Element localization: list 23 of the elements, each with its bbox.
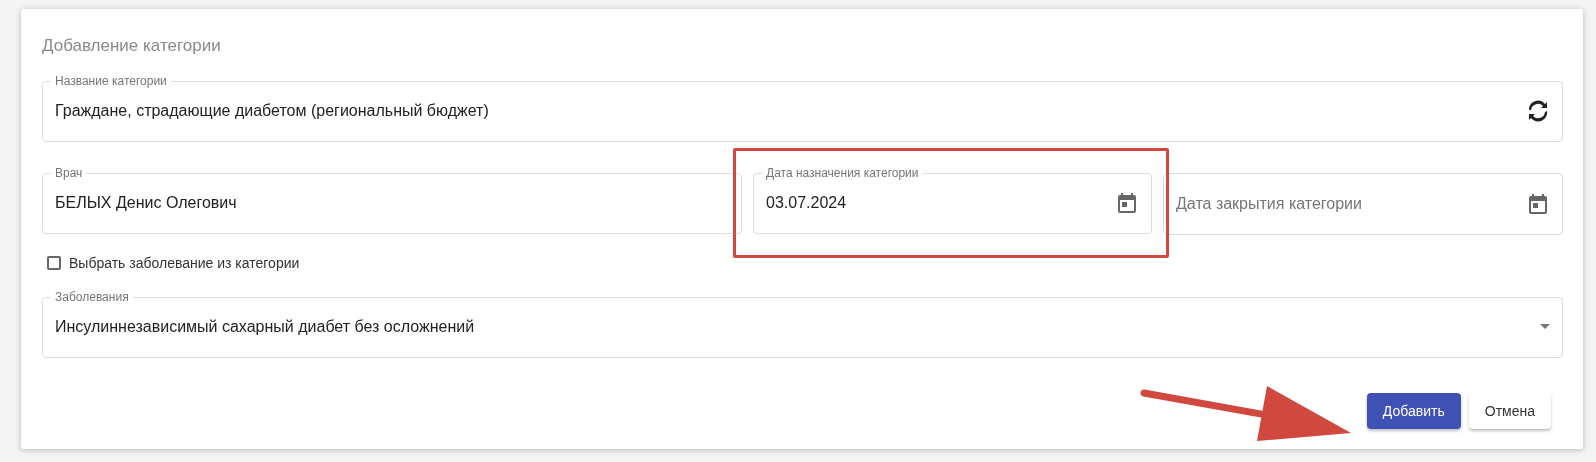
field-value: Граждане, страдающие диабетом (региональный бюджет) <box>55 101 490 120</box>
field-value: БЕЛЫХ Денис Олегович <box>55 193 238 212</box>
dialog-title: Добавление категории <box>42 36 222 56</box>
field-placeholder: Дата закрытия категории <box>1176 195 1363 213</box>
calendar-icon[interactable] <box>1115 190 1139 215</box>
field-label: Название категории <box>54 74 168 88</box>
date-field[interactable]: Дата закрытия категории <box>1163 173 1563 235</box>
category-name-field[interactable]: Название категории Граждане, страдающие диабетом (региональный бюджет) <box>42 74 1563 142</box>
diseases-dropdown[interactable]: Заболевания Инсулиннезависимый сахарный диабет без осложнений <box>42 290 1563 358</box>
doctor-field[interactable]: Врач БЕЛЫХ Денис Олегович <box>42 166 742 234</box>
calendar-icon[interactable] <box>1526 192 1550 216</box>
field-value: Инсулиннезависимый сахарный диабет без осложнений <box>55 317 476 336</box>
cancel-button[interactable]: Отмена <box>1468 393 1551 429</box>
checkbox-label: Выбрать заболевание из категории <box>69 255 300 271</box>
add-button[interactable]: Добавить <box>1366 393 1461 429</box>
field-label: Врач <box>54 166 84 180</box>
date-field[interactable]: Дата назначения категории 03.07.2024 <box>753 166 1152 234</box>
field-label: Дата назначения категории <box>765 166 920 180</box>
field-value: 03.07.2024 <box>766 193 848 212</box>
checkbox[interactable] <box>47 256 61 270</box>
field-label: Заболевания <box>54 290 130 304</box>
sync-icon[interactable] <box>1526 98 1550 123</box>
dropdown-caret-icon[interactable] <box>1540 324 1550 329</box>
